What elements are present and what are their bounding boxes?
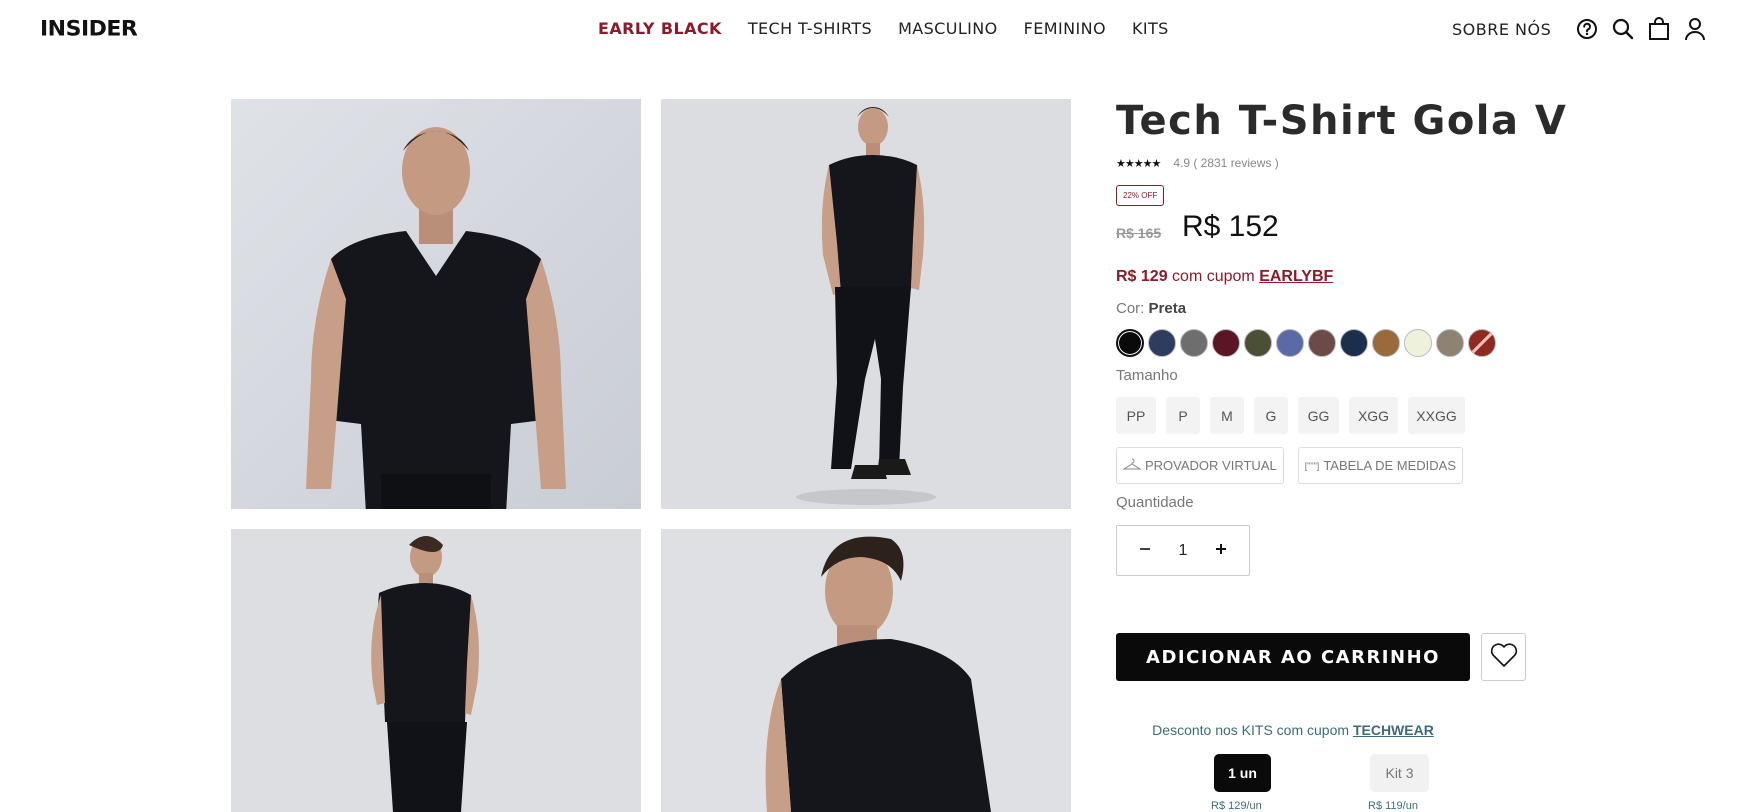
kits-coupon-link[interactable]: TECHWEAR [1353,722,1434,738]
color-swatch[interactable] [1436,329,1464,357]
size-label: Tamanho [1116,367,1178,384]
ruler-icon: ["""] [1304,460,1320,471]
size-option-xgg[interactable]: XGG [1349,397,1398,434]
coupon-price-line: R$ 129 com cupom EARLYBF [1116,268,1333,286]
kit-price-kit-3: R$ 119/un [1368,800,1418,812]
help-icon[interactable] [1575,16,1599,42]
selected-color-name: Preta [1148,300,1187,317]
nav-kits[interactable]: KITS [1132,19,1169,38]
color-swatch[interactable] [1372,329,1400,357]
color-swatch[interactable] [1308,329,1336,357]
color-swatch[interactable] [1276,329,1304,357]
quantity-stepper: 1 [1116,525,1250,576]
add-to-cart-button[interactable]: ADICIONAR AO CARRINHO [1116,633,1470,681]
plus-icon[interactable] [1211,539,1231,562]
kit-price-1-un: R$ 129/un [1211,800,1262,812]
size-option-m[interactable]: M [1210,397,1244,434]
header-actions: SOBRE NÓS [1452,16,1719,42]
product-image-full-body[interactable] [661,99,1071,509]
nav-tech-tshirts[interactable]: TECH T-SHIRTS [748,19,872,38]
size-option-p[interactable]: P [1166,397,1200,434]
original-price: R$ 165 [1116,225,1162,241]
product-image-side[interactable] [661,529,1071,812]
product-image-back[interactable] [231,529,641,812]
main-nav: EARLY BLACK TECH T-SHIRTS MASCULINO FEMI… [598,19,1169,38]
kits-promo: Desconto nos KITS com cupom TECHWEAR [1116,722,1470,738]
virtual-fitting-button[interactable]: PROVADOR VIRTUAL [1116,447,1284,484]
color-swatch[interactable] [1148,329,1176,357]
product-rating[interactable]: ★★★★★ 4.9 ( 2831 reviews ) [1116,156,1279,170]
wishlist-button[interactable] [1481,633,1526,681]
color-swatch[interactable] [1180,329,1208,357]
product-image-front[interactable] [231,99,641,509]
size-chart-label: TABELA DE MEDIDAS [1323,458,1456,473]
current-price: R$ 152 [1182,210,1279,243]
color-swatch[interactable] [1244,329,1272,357]
color-swatch[interactable] [1404,329,1432,357]
fit-tools: PROVADOR VIRTUAL ["""] TABELA DE MEDIDAS [1116,447,1463,484]
brand-logo[interactable]: INSIDER [40,18,138,42]
coupon-price: R$ 129 [1116,268,1168,285]
size-option-gg[interactable]: GG [1298,397,1339,434]
size-options: PP P M G GG XGG XXGG [1116,397,1465,434]
color-swatch[interactable] [1116,329,1144,357]
size-chart-button[interactable]: ["""] TABELA DE MEDIDAS [1297,447,1463,484]
minus-icon[interactable] [1135,539,1155,562]
size-option-g[interactable]: G [1254,397,1288,434]
color-swatch[interactable] [1468,329,1496,357]
rating-text: 4.9 ( 2831 reviews ) [1173,156,1279,170]
coupon-text: com cupom [1167,268,1260,285]
kit-option-1-un[interactable]: 1 un [1214,754,1271,792]
quantity-label: Quantidade [1116,494,1194,511]
search-icon[interactable] [1611,16,1635,42]
kit-option-kit-3[interactable]: Kit 3 [1370,754,1429,792]
heart-icon [1490,642,1518,673]
quantity-value[interactable]: 1 [1179,542,1188,560]
nav-sobre-nos[interactable]: SOBRE NÓS [1452,20,1551,39]
user-icon[interactable] [1683,16,1707,42]
size-option-xxgg[interactable]: XXGG [1408,397,1465,434]
nav-feminino[interactable]: FEMININO [1024,19,1106,38]
nav-early-black[interactable]: EARLY BLACK [598,19,722,38]
discount-badge: 22% OFF [1116,185,1165,206]
hanger-icon [1122,458,1142,473]
color-swatch[interactable] [1212,329,1240,357]
size-option-pp[interactable]: PP [1116,397,1156,434]
virtual-fitting-label: PROVADOR VIRTUAL [1145,458,1277,473]
site-header: INSIDER EARLY BLACK TECH T-SHIRTS MASCUL… [0,0,1757,58]
nav-masculino[interactable]: MASCULINO [898,19,998,38]
rating-stars: ★★★★★ [1116,157,1161,170]
kits-promo-text: Desconto nos KITS com cupom [1152,722,1353,738]
color-label: Cor: Preta [1116,300,1186,317]
bag-icon[interactable] [1647,16,1671,42]
color-swatches [1116,329,1496,357]
color-label-text: Cor: [1116,300,1149,317]
coupon-code-link[interactable]: EARLYBF [1259,268,1333,285]
product-title: Tech T-Shirt Gola V [1116,98,1568,144]
color-swatch[interactable] [1340,329,1368,357]
